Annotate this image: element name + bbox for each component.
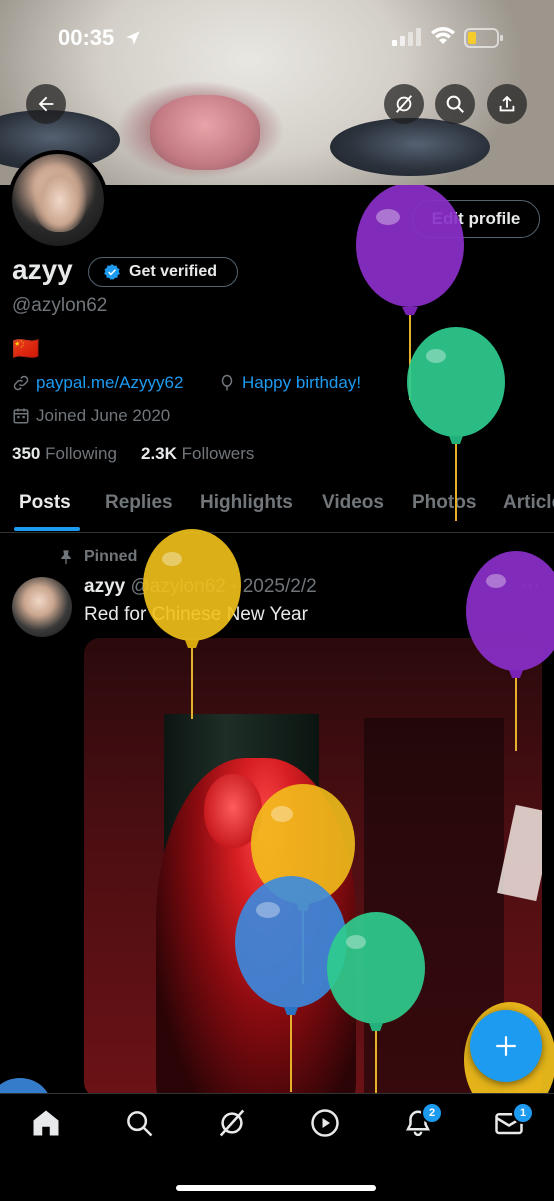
profile-handle: @azylon62 [12, 295, 108, 316]
search-icon [446, 95, 464, 113]
back-arrow-icon [38, 96, 54, 112]
nav-grok[interactable] [217, 1108, 247, 1143]
location-arrow-icon [126, 31, 141, 45]
nav-search[interactable] [124, 1108, 154, 1143]
cat-eye-right [330, 118, 490, 176]
post-handle[interactable]: @azylon62 [130, 576, 225, 597]
grok-button[interactable] [384, 84, 424, 124]
grok-icon [395, 95, 413, 113]
following-link[interactable]: 350 Following [12, 444, 117, 464]
verified-badge-icon [104, 264, 120, 280]
nav-notifications[interactable]: 2 [403, 1102, 443, 1143]
post-author[interactable]: azyy [84, 576, 125, 597]
calendar-icon [13, 408, 29, 424]
back-button[interactable] [26, 84, 66, 124]
tab-replies[interactable]: Replies [105, 492, 173, 514]
post-date: · 2025/2/2 [231, 576, 317, 597]
pinned-indicator: Pinned [58, 548, 137, 566]
get-verified-button[interactable]: Get verified [88, 257, 238, 287]
joined-text: Joined June 2020 [36, 406, 171, 425]
wifi-icon [430, 26, 456, 51]
followers-label: Followers [181, 444, 255, 463]
profile-link[interactable]: paypal.me/Azyyy62 [12, 373, 183, 393]
home-indicator[interactable] [176, 1185, 376, 1191]
battery-icon [464, 28, 504, 53]
avatar-face [32, 162, 87, 232]
joined-date: Joined June 2020 [12, 406, 170, 426]
balloon-icon [221, 374, 233, 391]
birthday-entry[interactable]: Happy birthday! [218, 373, 361, 393]
pin-icon [61, 550, 71, 565]
tab-articles[interactable]: Articles [503, 492, 554, 514]
tab-videos[interactable]: Videos [322, 492, 384, 514]
nav-messages[interactable]: 1 [494, 1102, 534, 1143]
post-avatar[interactable] [12, 577, 72, 637]
notifications-badge: 2 [421, 1102, 443, 1124]
get-verified-label: Get verified [129, 263, 218, 280]
cellular-signal-icon [392, 28, 422, 51]
balloon-blue-2 [0, 1078, 49, 1094]
birthday-text[interactable]: Happy birthday! [242, 373, 361, 393]
followers-count: 2.3K [141, 444, 177, 463]
profile-tabs: Posts Replies Highlights Videos Photos A… [0, 486, 554, 533]
plus-icon [496, 1036, 516, 1056]
profile-name: azyy [12, 254, 73, 285]
following-count: 350 [12, 444, 41, 463]
pinned-label: Pinned [84, 548, 138, 565]
bio-flag: 🇨🇳 [12, 336, 40, 361]
post-header: azyy @azylon62 · 2025/2/2 [84, 576, 317, 598]
compose-button[interactable] [470, 1010, 542, 1082]
tab-highlights[interactable]: Highlights [200, 492, 293, 514]
home-icon [33, 1110, 59, 1136]
post-text: Red for Chinese New Year [84, 604, 308, 625]
video-icon [311, 1109, 339, 1137]
cat-nose [150, 95, 260, 170]
profile-avatar[interactable] [8, 150, 108, 250]
tab-posts[interactable]: Posts [19, 492, 71, 514]
active-tab-indicator [14, 527, 80, 531]
link-text[interactable]: paypal.me/Azyyy62 [36, 373, 183, 393]
nav-home[interactable] [31, 1108, 61, 1143]
nav-video[interactable] [310, 1108, 340, 1143]
share-button[interactable] [487, 84, 527, 124]
grok-icon [219, 1109, 245, 1137]
edit-profile-button[interactable]: Edit profile [412, 200, 540, 238]
following-label: Following [45, 444, 117, 463]
share-icon [499, 95, 515, 112]
post-more-button[interactable]: ··· [520, 574, 540, 597]
search-icon [127, 1111, 153, 1137]
person-face [204, 774, 262, 848]
status-time: 00:35 [58, 25, 142, 51]
messages-badge: 1 [512, 1102, 534, 1124]
tab-photos[interactable]: Photos [412, 492, 476, 514]
search-button[interactable] [435, 84, 475, 124]
followers-link[interactable]: 2.3K Followers [141, 444, 254, 464]
bottom-navigation: 2 1 [0, 1093, 554, 1201]
link-icon [13, 375, 29, 391]
